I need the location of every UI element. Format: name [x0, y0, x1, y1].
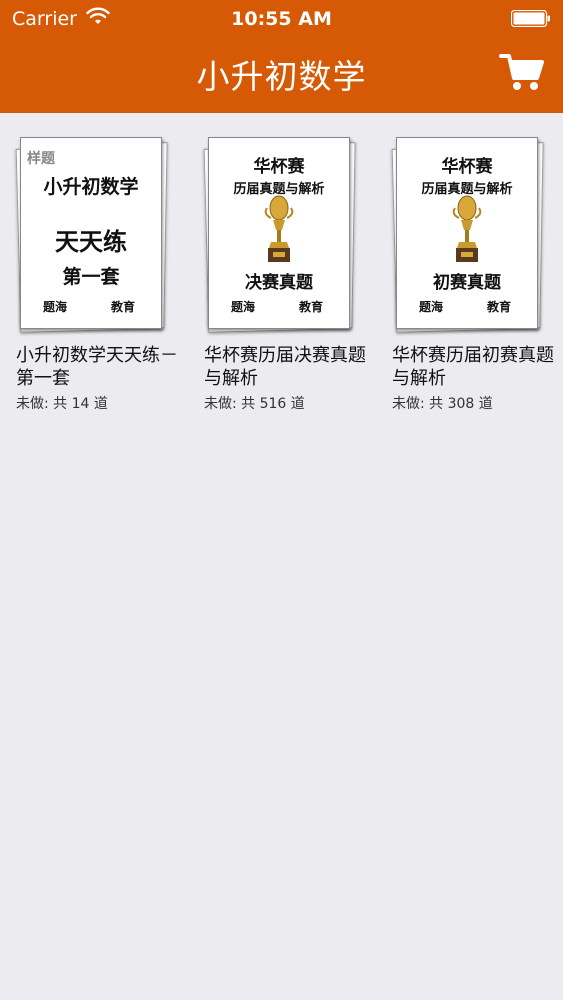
cover-line3: 初赛真题 [433, 273, 501, 293]
cover-line2: 天天练 [55, 228, 127, 256]
book-count: 未做: 共 308 道 [392, 396, 493, 412]
book-count: 未做: 共 14 道 [16, 396, 108, 412]
cover-publisher-right: 教育 [298, 300, 323, 314]
trophy-icon [264, 195, 294, 262]
battery-icon [511, 10, 550, 27]
trophy-icon [452, 195, 482, 262]
cover-publisher-left: 题海 [419, 300, 444, 314]
cover-front: 华杯赛 历届真题与解析 决赛真题 题海 教育 [208, 137, 350, 329]
sample-tag: 样题 [27, 151, 55, 167]
cover-line3: 第一套 [62, 266, 120, 288]
status-time: 10:55 AM [231, 8, 332, 30]
cover-line1: 华杯赛 [441, 157, 493, 177]
page-title: 小升初数学 [196, 57, 367, 96]
cover-publisher-left: 题海 [43, 300, 68, 314]
book-cover[interactable]: 华杯赛 历届真题与解析 初赛真题 题海 教育 [391, 135, 552, 335]
cover-front: 华杯赛 历届真题与解析 初赛真题 题海 教育 [396, 137, 538, 329]
book-title[interactable]: 华杯赛历届决赛真题与解析 [204, 344, 368, 390]
shopping-cart-icon[interactable] [499, 52, 545, 92]
status-bar: Carrier 10:55 AM [0, 0, 563, 40]
cover-line1: 小升初数学 [43, 176, 139, 198]
cover-line1: 华杯赛 [253, 157, 305, 177]
cover-publisher-right: 教育 [486, 300, 511, 314]
book-title[interactable]: 小升初数学天天练－第一套 [16, 344, 180, 390]
cover-front: 样题 小升初数学 天天练 第一套 题海 教育 [20, 137, 162, 329]
cover-publisher-right: 教育 [110, 300, 135, 314]
cover-line3: 决赛真题 [245, 273, 313, 293]
book-cover[interactable]: 华杯赛 历届真题与解析 决赛真题 题海 教育 [203, 135, 364, 335]
book-cover[interactable]: 样题 小升初数学 天天练 第一套 题海 教育 [15, 135, 176, 335]
book-count: 未做: 共 516 道 [204, 396, 305, 412]
cover-publisher-left: 题海 [231, 300, 256, 314]
book-title[interactable]: 华杯赛历届初赛真题与解析 [392, 344, 556, 390]
navigation-header: Carrier 10:55 AM 小升初数学 [0, 0, 563, 113]
